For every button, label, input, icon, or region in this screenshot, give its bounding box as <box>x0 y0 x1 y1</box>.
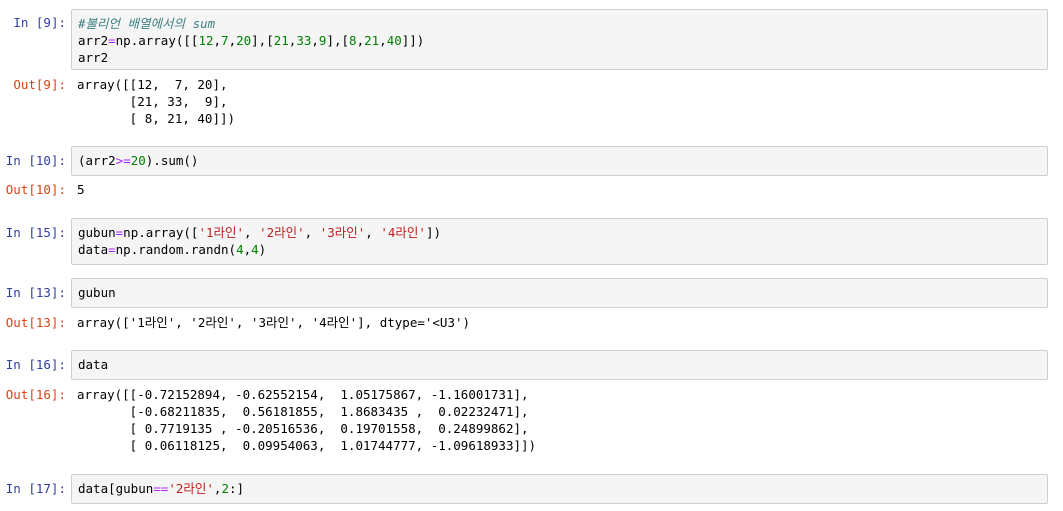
code-line: arr2 <box>78 50 109 65</box>
scrollbar[interactable] <box>1050 0 1063 511</box>
output-line: array([[12, 7, 20], <box>77 77 228 92</box>
output-line: [ 8, 21, 40]]) <box>77 111 236 126</box>
output-area-13: array(['1라인', '2라인', '3라인', '4라인'], dtyp… <box>71 314 1048 331</box>
output-line: [ 0.7719135 , -0.20516536, 0.19701558, 0… <box>77 421 529 436</box>
code-editor[interactable]: data <box>72 351 1047 378</box>
code-line: arr2=np.array([[12,7,20],[21,33,9],[8,21… <box>78 33 425 48</box>
code-line: gubun <box>78 285 116 300</box>
code-cell-10[interactable]: (arr2>=20).sum() <box>71 146 1048 176</box>
output-line: array(['1라인', '2라인', '3라인', '4라인'], dtyp… <box>77 315 471 330</box>
output-line: [ 0.06118125, 0.09954063, 1.01744777, -1… <box>77 438 537 453</box>
in-prompt-17: In [17]: <box>5 481 66 496</box>
in-prompt-15: In [15]: <box>5 225 66 240</box>
out-prompt-13: Out[13]: <box>5 315 66 330</box>
code-cell-15[interactable]: gubun=np.array(['1라인', '2라인', '3라인', '4라… <box>71 218 1048 265</box>
in-prompt-9: In [9]: <box>13 15 66 30</box>
output-line: array([[-0.72152894, -0.62552154, 1.0517… <box>77 387 529 402</box>
code-editor[interactable]: data[gubun=='2라인',2:] <box>72 475 1047 502</box>
code-line: (arr2>=20).sum() <box>78 153 199 168</box>
output-line: 5 <box>77 182 85 197</box>
output-area-9: array([[12, 7, 20], [21, 33, 9], [ 8, 21… <box>71 76 1048 127</box>
code-editor[interactable]: gubun <box>72 279 1047 306</box>
code-line: gubun=np.array(['1라인', '2라인', '3라인', '4라… <box>78 225 441 240</box>
code-line: data[gubun=='2라인',2:] <box>78 481 245 496</box>
output-area-16: array([[-0.72152894, -0.62552154, 1.0517… <box>71 386 1048 454</box>
out-prompt-10: Out[10]: <box>5 182 66 197</box>
code-cell-16[interactable]: data <box>71 350 1048 380</box>
code-editor[interactable]: #불리언 배열에서의 sum arr2=np.array([[12,7,20],… <box>72 10 1047 71</box>
comment-text: #불리언 배열에서의 sum <box>78 16 216 31</box>
code-editor[interactable]: gubun=np.array(['1라인', '2라인', '3라인', '4라… <box>72 219 1047 263</box>
code-editor[interactable]: (arr2>=20).sum() <box>72 147 1047 174</box>
output-line: [-0.68211835, 0.56181855, 1.8683435 , 0.… <box>77 404 529 419</box>
in-prompt-13: In [13]: <box>5 285 66 300</box>
code-cell-9[interactable]: #불리언 배열에서의 sum arr2=np.array([[12,7,20],… <box>71 9 1048 70</box>
out-prompt-16: Out[16]: <box>5 387 66 402</box>
output-line: [21, 33, 9], <box>77 94 228 109</box>
code-cell-13[interactable]: gubun <box>71 278 1048 308</box>
out-prompt-9: Out[9]: <box>13 77 66 92</box>
output-area-10: 5 <box>71 181 1048 198</box>
code-cell-17[interactable]: data[gubun=='2라인',2:] <box>71 474 1048 504</box>
in-prompt-10: In [10]: <box>5 153 66 168</box>
in-prompt-16: In [16]: <box>5 357 66 372</box>
code-line: data=np.random.randn(4,4) <box>78 242 267 257</box>
code-line: data <box>78 357 109 372</box>
